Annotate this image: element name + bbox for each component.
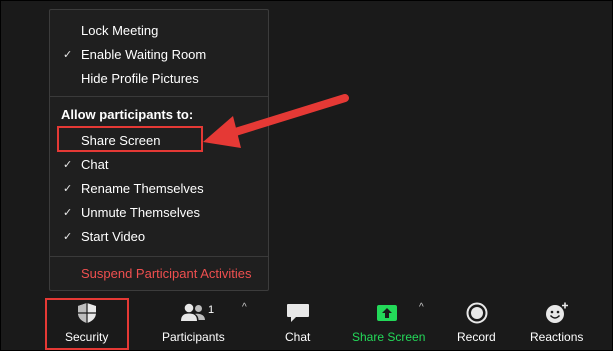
record-button[interactable]: Record bbox=[452, 296, 502, 351]
record-label: Record bbox=[457, 330, 496, 344]
menu-item-label: Chat bbox=[81, 156, 109, 172]
check-icon: ✓ bbox=[63, 48, 73, 61]
chat-button[interactable]: Chat bbox=[276, 296, 320, 351]
security-menu: Lock Meeting ✓ Enable Waiting Room Hide … bbox=[49, 9, 269, 291]
people-icon bbox=[181, 303, 205, 321]
shield-icon bbox=[78, 303, 96, 323]
menu-item-label: Hide Profile Pictures bbox=[81, 70, 199, 86]
allow-participants-heading: Allow participants to: bbox=[61, 107, 194, 122]
menu-divider bbox=[50, 96, 268, 97]
chat-label: Chat bbox=[285, 330, 311, 344]
share-screen-arrow-icon bbox=[377, 305, 397, 321]
menu-item-label: Start Video bbox=[81, 228, 146, 244]
speech-bubble-icon bbox=[287, 304, 309, 322]
menu-item-suspend-activities[interactable]: Suspend Participant Activities bbox=[50, 261, 268, 285]
check-icon: ✓ bbox=[63, 158, 73, 171]
menu-item-rename-themselves[interactable]: ✓ Rename Themselves bbox=[50, 176, 268, 200]
participants-button[interactable]: 1 Participants bbox=[160, 296, 232, 351]
menu-item-label: Suspend Participant Activities bbox=[81, 265, 252, 281]
participants-count-badge: 1 bbox=[208, 304, 215, 316]
share-screen-options-caret[interactable]: ^ bbox=[419, 302, 424, 313]
menu-item-label: Share Screen bbox=[81, 132, 161, 148]
menu-item-chat[interactable]: ✓ Chat bbox=[50, 152, 268, 176]
menu-item-label: Enable Waiting Room bbox=[81, 46, 207, 62]
participants-options-caret[interactable]: ^ bbox=[242, 302, 247, 313]
menu-item-hide-profile-pictures[interactable]: Hide Profile Pictures bbox=[50, 66, 268, 90]
smiley-plus-icon bbox=[546, 302, 568, 323]
menu-divider bbox=[50, 256, 268, 257]
menu-item-share-screen[interactable]: Share Screen bbox=[50, 128, 268, 152]
menu-item-lock-meeting[interactable]: Lock Meeting bbox=[50, 18, 268, 42]
share-screen-label: Share Screen bbox=[352, 330, 426, 344]
check-icon: ✓ bbox=[63, 230, 73, 243]
menu-item-label: Unmute Themselves bbox=[81, 204, 200, 220]
record-circle-icon bbox=[466, 302, 488, 324]
menu-item-label: Rename Themselves bbox=[81, 180, 204, 196]
reactions-button[interactable]: Reactions bbox=[526, 296, 588, 351]
menu-item-start-video[interactable]: ✓ Start Video bbox=[50, 224, 268, 248]
security-label: Security bbox=[65, 330, 109, 344]
menu-item-enable-waiting-room[interactable]: ✓ Enable Waiting Room bbox=[50, 42, 268, 66]
check-icon: ✓ bbox=[63, 206, 73, 219]
meeting-toolbar: Security 1 Participants ^ Chat Share Scr… bbox=[0, 296, 613, 351]
menu-item-unmute-themselves[interactable]: ✓ Unmute Themselves bbox=[50, 200, 268, 224]
reactions-label: Reactions bbox=[530, 330, 584, 344]
menu-item-label: Lock Meeting bbox=[81, 22, 159, 38]
security-button[interactable]: Security bbox=[47, 296, 127, 351]
share-screen-button[interactable]: Share Screen bbox=[350, 296, 426, 351]
check-icon: ✓ bbox=[63, 182, 73, 195]
participants-label: Participants bbox=[162, 330, 225, 344]
